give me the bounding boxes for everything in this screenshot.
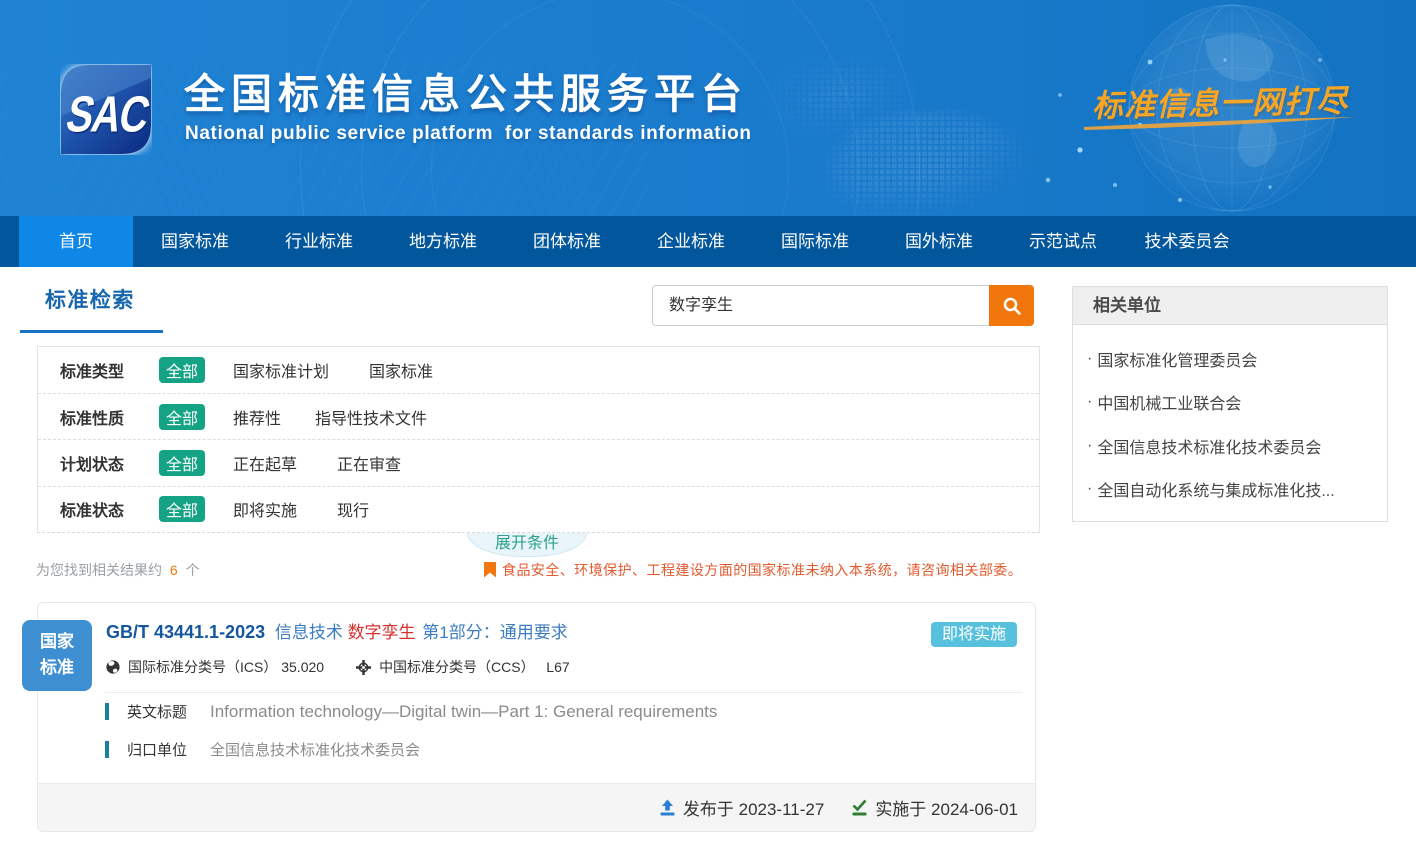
svg-text:SAC: SAC: [62, 85, 152, 142]
